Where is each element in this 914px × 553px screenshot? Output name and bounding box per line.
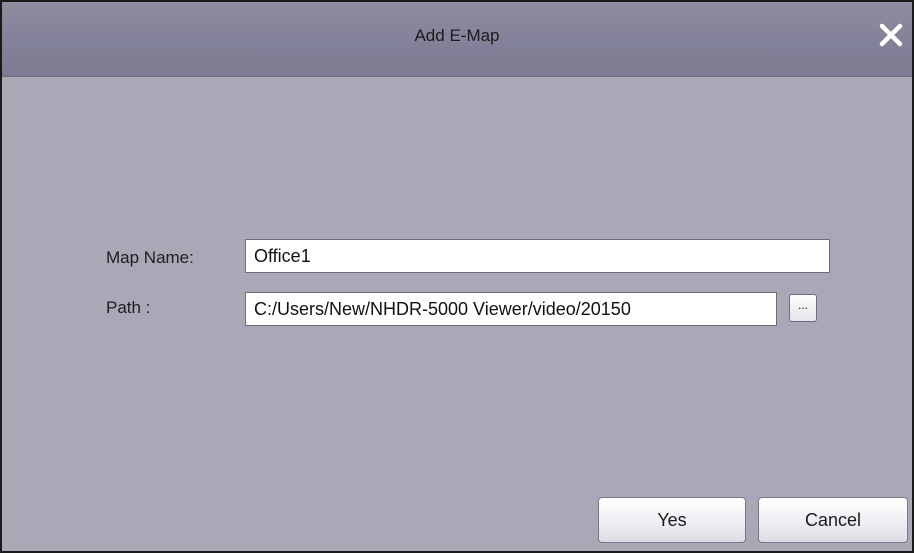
map-name-label: Map Name:	[106, 248, 194, 267]
path-label: Path :	[106, 298, 151, 317]
dialog-title: Add E-Map	[414, 26, 500, 45]
cancel-button[interactable]: Cancel	[758, 497, 908, 543]
map-name-input[interactable]	[245, 239, 830, 273]
yes-button[interactable]: Yes	[598, 497, 746, 543]
add-emap-dialog: Add E-Map Map Name: Path : ... Yes Cance…	[0, 0, 914, 553]
dialog-titlebar: Add E-Map	[2, 2, 912, 77]
browse-button[interactable]: ...	[789, 294, 817, 322]
path-input[interactable]	[245, 292, 777, 326]
close-icon[interactable]	[876, 20, 906, 50]
